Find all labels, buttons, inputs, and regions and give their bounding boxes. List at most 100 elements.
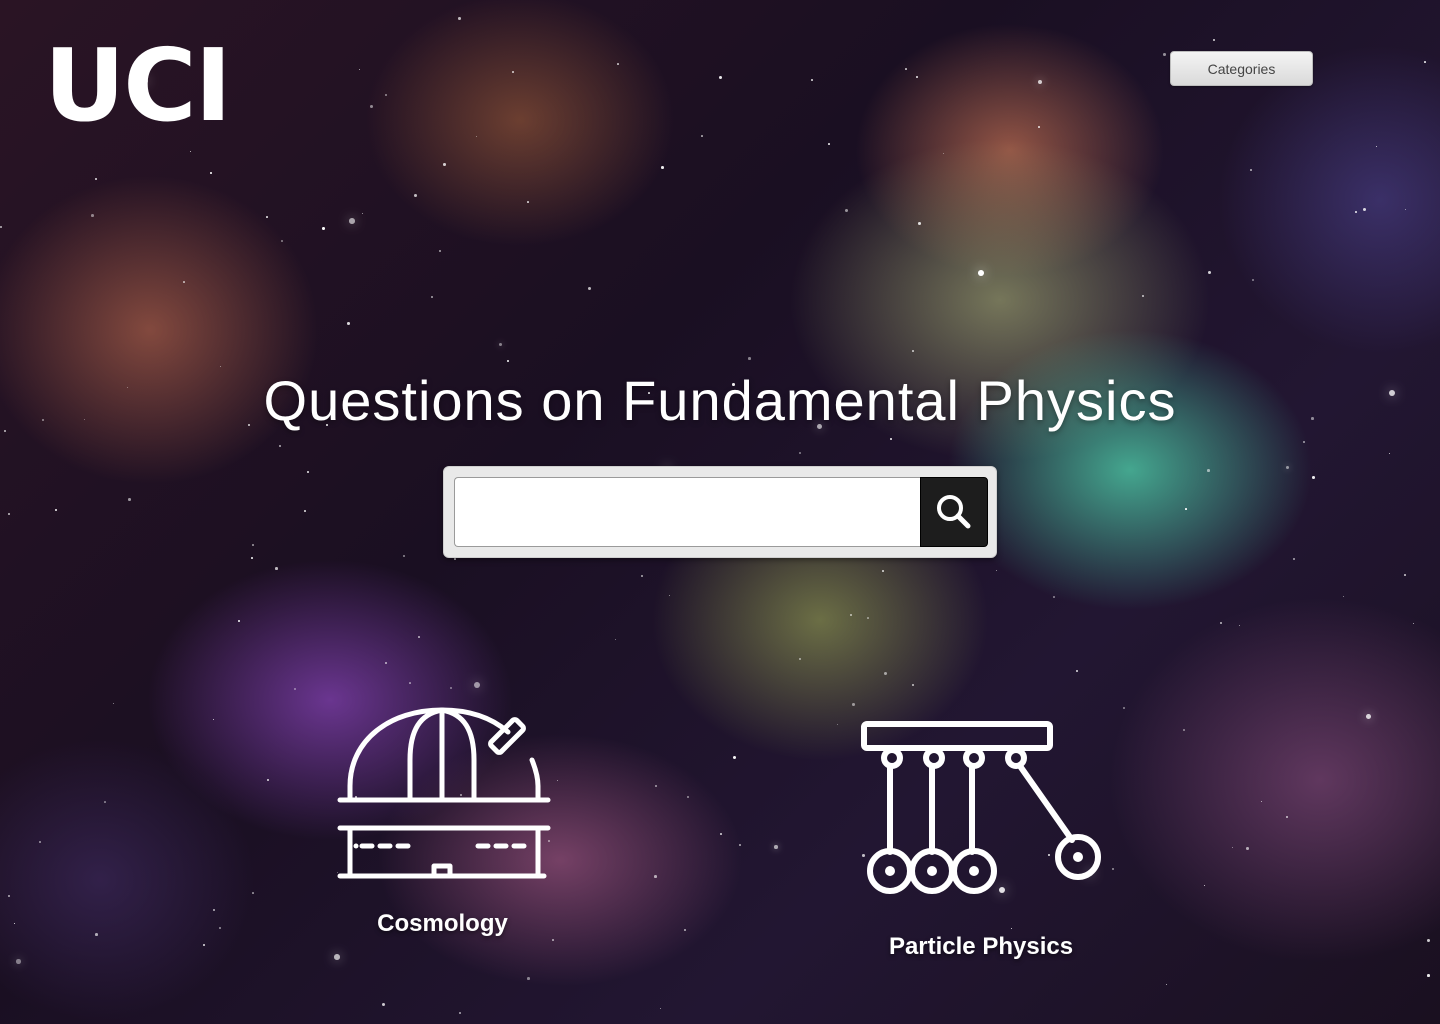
star bbox=[852, 703, 855, 706]
star bbox=[382, 1003, 385, 1006]
star bbox=[128, 498, 131, 501]
star bbox=[1053, 596, 1055, 598]
star bbox=[850, 614, 853, 617]
star bbox=[307, 471, 310, 474]
star bbox=[615, 639, 617, 641]
star bbox=[655, 785, 658, 788]
star bbox=[1163, 53, 1166, 56]
star bbox=[1293, 558, 1296, 561]
star bbox=[294, 688, 297, 691]
star bbox=[507, 360, 510, 363]
star bbox=[660, 1008, 662, 1010]
star bbox=[828, 143, 830, 145]
star bbox=[499, 343, 503, 347]
star bbox=[774, 845, 778, 849]
star bbox=[811, 79, 813, 81]
star bbox=[1112, 868, 1114, 870]
star bbox=[1413, 623, 1415, 625]
star bbox=[91, 214, 94, 217]
star bbox=[251, 557, 253, 559]
star bbox=[1183, 729, 1185, 731]
star bbox=[439, 250, 442, 253]
star bbox=[362, 213, 364, 215]
star bbox=[347, 322, 350, 325]
star bbox=[8, 895, 10, 897]
star bbox=[450, 687, 452, 689]
search-input[interactable] bbox=[454, 477, 921, 547]
star bbox=[385, 662, 388, 665]
search-button[interactable] bbox=[920, 477, 988, 547]
star bbox=[95, 178, 98, 181]
star bbox=[219, 927, 221, 929]
star bbox=[1239, 625, 1241, 627]
star bbox=[1208, 271, 1211, 274]
star bbox=[16, 959, 21, 964]
star bbox=[1123, 707, 1125, 709]
star bbox=[720, 833, 722, 835]
star bbox=[1366, 714, 1371, 719]
star bbox=[1232, 847, 1234, 849]
star bbox=[458, 17, 461, 20]
star bbox=[867, 617, 869, 619]
star bbox=[1038, 126, 1040, 128]
star bbox=[403, 555, 406, 558]
star bbox=[748, 357, 751, 360]
category-label: Particle Physics bbox=[888, 933, 1074, 960]
star bbox=[1220, 622, 1222, 624]
star bbox=[431, 296, 434, 299]
star bbox=[837, 724, 839, 726]
star bbox=[654, 875, 657, 878]
star bbox=[1246, 847, 1249, 850]
star bbox=[213, 909, 216, 912]
star bbox=[882, 570, 884, 572]
star bbox=[1404, 574, 1406, 576]
star bbox=[252, 544, 254, 546]
star bbox=[418, 636, 420, 638]
star bbox=[213, 719, 215, 721]
star bbox=[1286, 466, 1290, 470]
star bbox=[1142, 295, 1145, 298]
newtons-cradle-icon bbox=[861, 721, 1101, 894]
star bbox=[359, 69, 361, 71]
categories-button[interactable]: Categories bbox=[1170, 51, 1313, 86]
star bbox=[55, 509, 57, 511]
category-label: Cosmology bbox=[377, 910, 508, 937]
star bbox=[409, 682, 411, 684]
star bbox=[733, 756, 736, 759]
star bbox=[1076, 670, 1079, 673]
star bbox=[943, 153, 945, 155]
category-cosmology[interactable]: Cosmology bbox=[320, 700, 565, 938]
star bbox=[719, 76, 722, 79]
star bbox=[414, 194, 417, 197]
star bbox=[459, 1012, 462, 1015]
star bbox=[1250, 169, 1252, 171]
star bbox=[1427, 939, 1430, 942]
star bbox=[799, 452, 802, 455]
star bbox=[39, 841, 42, 844]
star bbox=[912, 350, 914, 352]
star bbox=[1424, 61, 1426, 63]
star bbox=[884, 672, 887, 675]
page-title: Questions on Fundamental Physics bbox=[263, 368, 1177, 432]
category-particle-physics[interactable]: Particle Physics bbox=[850, 716, 1112, 961]
star bbox=[1213, 39, 1216, 42]
star bbox=[454, 558, 456, 560]
star bbox=[267, 779, 270, 782]
star bbox=[1355, 211, 1357, 213]
star bbox=[527, 201, 529, 203]
star bbox=[183, 281, 185, 283]
star bbox=[370, 105, 373, 108]
star bbox=[443, 163, 446, 166]
star bbox=[701, 135, 703, 137]
star bbox=[1204, 885, 1206, 887]
uci-logo[interactable]: UCI bbox=[44, 36, 232, 136]
star bbox=[210, 172, 212, 174]
star bbox=[1427, 974, 1430, 977]
star bbox=[1038, 80, 1043, 85]
star bbox=[845, 209, 848, 212]
star bbox=[1166, 984, 1168, 986]
star bbox=[1363, 208, 1366, 211]
observatory-icon bbox=[337, 707, 551, 879]
star bbox=[996, 570, 998, 572]
star bbox=[8, 513, 10, 515]
